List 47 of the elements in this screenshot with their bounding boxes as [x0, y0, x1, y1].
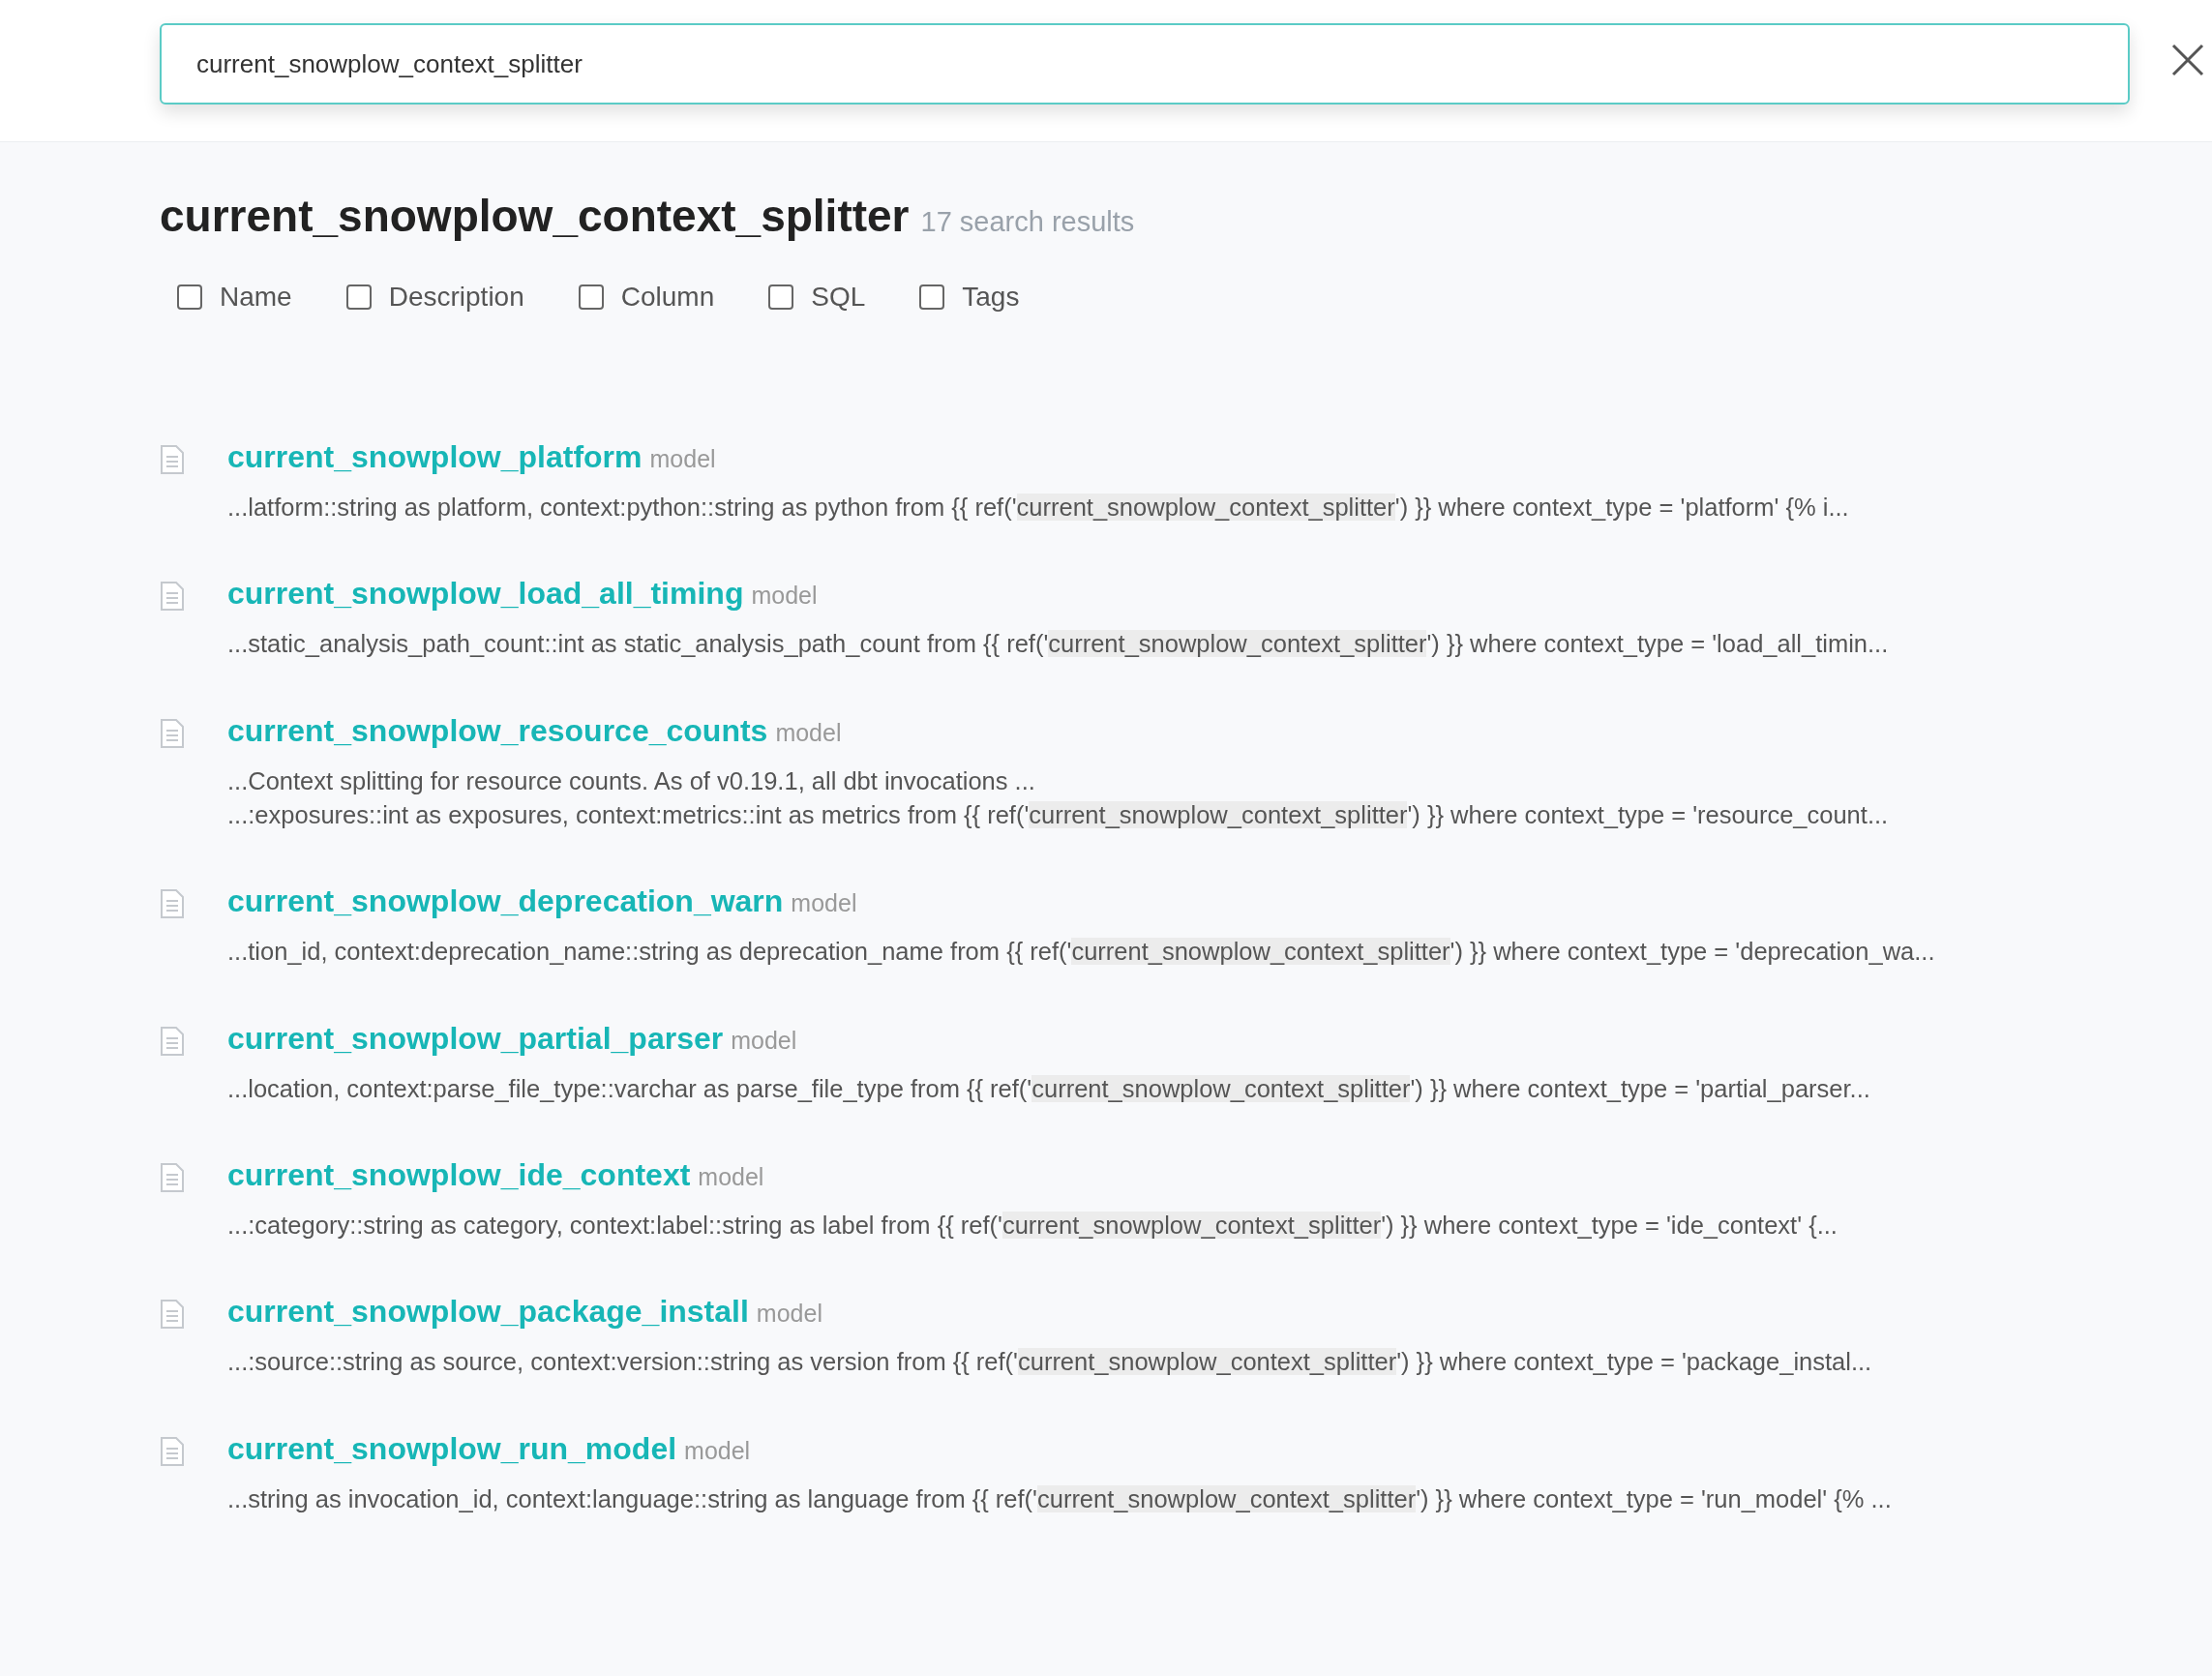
result-snippet: ...latform::string as platform, context:python::string as python from {{ ref('current_snowplow_context_splitter') }} where context_type = 'platform' {% i...	[227, 494, 1849, 523]
result-link[interactable]: current_snowplow_run_model	[227, 1430, 677, 1466]
result-type: model	[756, 1300, 822, 1328]
result-type: model	[791, 889, 857, 917]
filter-label[interactable]: Tags	[962, 277, 1020, 317]
result-type: model	[731, 1026, 797, 1054]
result-link[interactable]: current_snowplow_partial_parser	[227, 1020, 724, 1056]
document-icon	[160, 718, 185, 748]
document-icon	[160, 889, 185, 919]
document-icon	[160, 1026, 185, 1056]
result-snippet: ...tion_id, context:deprecation_name::string as deprecation_name from {{ ref('current_snowplow_context_splitter') }} where context_type = 'deprecation_wa...	[227, 938, 1935, 967]
result-snippet: ...:exposures::int as exposures, context:metrics::int as metrics from {{ ref('current_snowplow_context_splitter') }} where context_type = 'resource_count...	[227, 800, 1889, 830]
checkbox[interactable]	[578, 284, 604, 310]
result-type: model	[775, 718, 842, 746]
document-icon	[160, 582, 185, 612]
result-snippet: ...Context splitting for resource counts. As of v0.19.1, all dbt invocations ...	[227, 766, 1036, 795]
filter-label[interactable]: SQL	[811, 277, 866, 317]
document-icon	[160, 1436, 185, 1466]
checkbox[interactable]	[345, 284, 372, 310]
document-icon	[160, 1300, 185, 1330]
checkbox[interactable]	[768, 284, 794, 310]
result-count: 17 search results	[920, 206, 1135, 237]
filter-label[interactable]: Description	[388, 277, 524, 317]
filter-label[interactable]: Column	[620, 277, 715, 317]
checkbox[interactable]	[177, 284, 202, 310]
document-icon	[160, 1162, 185, 1192]
result-type: model	[698, 1162, 764, 1190]
result-snippet: ...location, context:parse_file_type::varchar as parse_file_type from {{ ref('current_snowplow_context_splitter') }} where context_type = 'partial_parser...	[227, 1074, 1870, 1103]
result-type: model	[751, 582, 818, 610]
result-link[interactable]: current_snowplow_package_install	[227, 1294, 749, 1330]
result-type: model	[649, 445, 716, 472]
document-icon	[160, 445, 185, 474]
checkbox[interactable]	[919, 284, 945, 310]
result-link[interactable]: current_snowplow_load_all_timing	[227, 576, 744, 612]
result-type: model	[684, 1436, 751, 1464]
close-icon[interactable]	[2170, 43, 2205, 77]
result-snippet: ...:source::string as source, context:version::string as version from {{ ref('current_snowplow_context_splitter') }} where context_type = 'package_instal...	[227, 1348, 1872, 1377]
results-heading: current_snowplow_context_splitter	[160, 191, 910, 241]
search-field[interactable]: current_snowplow_context_splitter	[160, 23, 2130, 105]
result-link[interactable]: current_snowplow_resource_counts	[227, 712, 768, 748]
filter-label[interactable]: Name	[220, 277, 292, 317]
result-snippet: ...static_analysis_path_count::int as static_analysis_path_count from {{ ref('current_snowplow_context_splitter') }} where context_type = 'load_all_timin...	[227, 630, 1889, 659]
result-link[interactable]: current_snowplow_platform	[227, 439, 643, 474]
result-snippet: ...string as invocation_id, context:language::string as language from {{ ref('current_snowplow_context_splitter') }} where context_type = 'run_model' {% ...	[227, 1484, 1892, 1513]
result-link[interactable]: current_snowplow_ide_context	[227, 1156, 691, 1192]
result-link[interactable]: current_snowplow_deprecation_warn	[227, 883, 784, 919]
result-snippet: ...:category::string as category, context:label::string as label from {{ ref('current_snowplow_context_splitter') }} where context_type = 'ide_context' {...	[227, 1211, 1838, 1241]
